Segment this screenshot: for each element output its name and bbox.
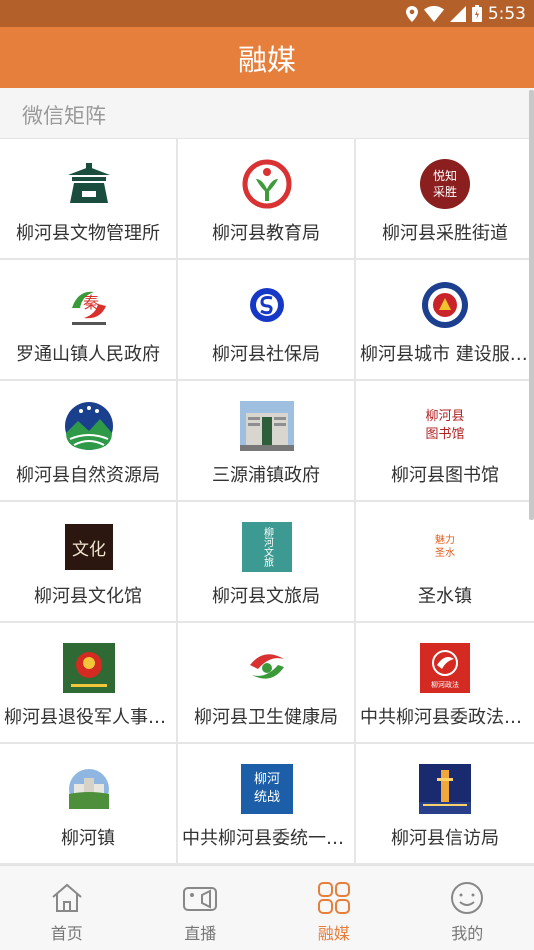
account-tile[interactable]: 柳河县 图书馆 柳河县图书馆 — [356, 381, 534, 500]
account-tile[interactable]: 柳河县教育局 — [178, 139, 356, 258]
urban-construction-logo-icon — [420, 280, 470, 330]
petition-logo-icon — [419, 764, 471, 814]
tab-home[interactable]: 首页 — [0, 866, 134, 950]
account-tile[interactable]: 秦 罗通山镇人民政府 — [0, 260, 178, 379]
account-tile[interactable]: 文化 柳河县文化馆 — [0, 502, 178, 621]
account-name: 柳河县自然资源局 — [16, 465, 160, 486]
bottom-tab-bar: 首页 直播 融媒 我的 — [0, 865, 534, 950]
account-name: 柳河县文物管理所 — [16, 223, 160, 244]
status-bar: 5:53 — [0, 0, 534, 27]
account-tile[interactable]: 柳河 统战 中共柳河县委统一战线工作部 — [178, 744, 356, 863]
grid-row: 柳河镇 柳河 统战 中共柳河县委统一战线工作部 柳河县信访局 — [0, 744, 534, 865]
status-icons: 5:53 — [405, 3, 526, 24]
account-tile[interactable]: 三源浦镇政府 — [178, 381, 356, 500]
united-front-logo-icon: 柳河 统战 — [241, 764, 293, 814]
account-name: 柳河县社保局 — [212, 344, 320, 365]
account-name: 柳河县城市 建设服务中心 — [360, 344, 530, 365]
account-tile[interactable]: 悦知 采胜 柳河县采胜街道 — [356, 139, 534, 258]
education-logo-icon — [242, 159, 292, 209]
account-tile[interactable]: 柳河县信访局 — [356, 744, 534, 863]
tab-label: 直播 — [184, 924, 217, 943]
political-legal-logo-icon: 柳河政法 — [420, 643, 470, 693]
account-tile[interactable]: 柳河县城市 建设服务中心 — [356, 260, 534, 379]
account-tile[interactable]: 柳河文旅 柳河县文旅局 — [178, 502, 356, 621]
account-tile[interactable]: 柳河县退役军人事务局 — [0, 623, 178, 742]
account-name: 柳河县文化馆 — [34, 586, 142, 607]
tab-label: 我的 — [451, 924, 484, 943]
liuhe-town-logo-icon — [64, 764, 114, 814]
account-name: 柳河县教育局 — [212, 223, 320, 244]
page-title: 融媒 — [237, 42, 296, 77]
health-logo-icon — [242, 643, 292, 693]
veterans-logo-icon — [63, 643, 115, 693]
tab-label: 首页 — [50, 924, 83, 943]
account-name: 罗通山镇人民政府 — [16, 344, 160, 365]
grid-icon — [317, 882, 350, 914]
building-photo-icon — [240, 401, 294, 451]
museum-logo-icon — [64, 159, 114, 209]
grid-row: 柳河县自然资源局 三源浦镇政府 柳河县 图书馆 柳河县图书馆 — [0, 381, 534, 502]
culture-center-logo-icon: 文化 — [65, 524, 113, 570]
signal-icon — [449, 5, 466, 22]
tab-media[interactable]: 融媒 — [267, 866, 401, 950]
account-name: 柳河县退役军人事务局 — [4, 707, 172, 728]
section-header: 微信矩阵 — [0, 88, 534, 139]
scrollbar[interactable] — [529, 90, 534, 520]
account-name: 柳河县信访局 — [391, 828, 499, 849]
library-logo-icon: 柳河县 图书馆 — [425, 409, 465, 442]
account-name: 柳河县卫生健康局 — [194, 707, 338, 728]
natural-resources-logo-icon — [64, 401, 114, 451]
video-camera-icon — [183, 887, 218, 911]
account-name: 中共柳河县委政法委员会 — [360, 707, 530, 728]
account-name: 柳河县图书馆 — [391, 465, 499, 486]
grid-row: 文化 柳河县文化馆 柳河文旅 柳河县文旅局 魅力圣水 圣水镇 — [0, 502, 534, 623]
caisheng-logo-icon: 悦知 采胜 — [420, 159, 470, 209]
grid-row: 秦 罗通山镇人民政府 柳河县社保局 柳河县城市 建设服务 — [0, 260, 534, 381]
home-icon — [52, 883, 82, 912]
clock: 5:53 — [487, 3, 526, 24]
location-icon — [405, 5, 418, 22]
app-header: 融媒 — [0, 27, 534, 88]
account-name: 柳河镇 — [61, 828, 115, 849]
account-tile[interactable]: 柳河县卫生健康局 — [178, 623, 356, 742]
tab-profile[interactable]: 我的 — [401, 866, 534, 950]
account-tile[interactable]: 柳河县社保局 — [178, 260, 356, 379]
tab-label: 融媒 — [317, 924, 350, 943]
account-name: 柳河县采胜街道 — [382, 223, 508, 244]
account-name: 圣水镇 — [418, 586, 472, 607]
grid-row: 柳河县退役军人事务局 柳河县卫生健康局 柳河政法 中共柳河县委政法委员会 — [0, 623, 534, 744]
account-tile[interactable]: 柳河政法 中共柳河县委政法委员会 — [356, 623, 534, 742]
tourism-logo-icon: 柳河文旅 — [242, 522, 292, 572]
battery-icon — [471, 5, 482, 22]
account-name: 三源浦镇政府 — [212, 465, 320, 486]
account-tile[interactable]: 魅力圣水 圣水镇 — [356, 502, 534, 621]
account-tile[interactable]: 柳河县自然资源局 — [0, 381, 178, 500]
account-name: 中共柳河县委统一战线工作部 — [182, 828, 350, 849]
account-name: 柳河县文旅局 — [212, 586, 320, 607]
account-tile[interactable]: 柳河县文物管理所 — [0, 139, 178, 258]
smiley-face-icon — [451, 882, 484, 914]
tab-live[interactable]: 直播 — [134, 866, 268, 950]
grid-row: 柳河县文物管理所 柳河县教育局 悦知 采胜 柳河县采胜街道 — [0, 139, 534, 260]
luotongshan-logo-icon: 秦 — [64, 280, 114, 330]
account-grid: 柳河县文物管理所 柳河县教育局 悦知 采胜 柳河县采胜街道 秦 罗通山镇人民政府… — [0, 139, 534, 865]
wifi-icon — [423, 5, 444, 22]
social-security-logo-icon — [242, 280, 292, 330]
section-title: 微信矩阵 — [22, 104, 106, 128]
account-tile[interactable]: 柳河镇 — [0, 744, 178, 863]
shengshui-logo-icon: 魅力圣水 — [435, 535, 455, 559]
